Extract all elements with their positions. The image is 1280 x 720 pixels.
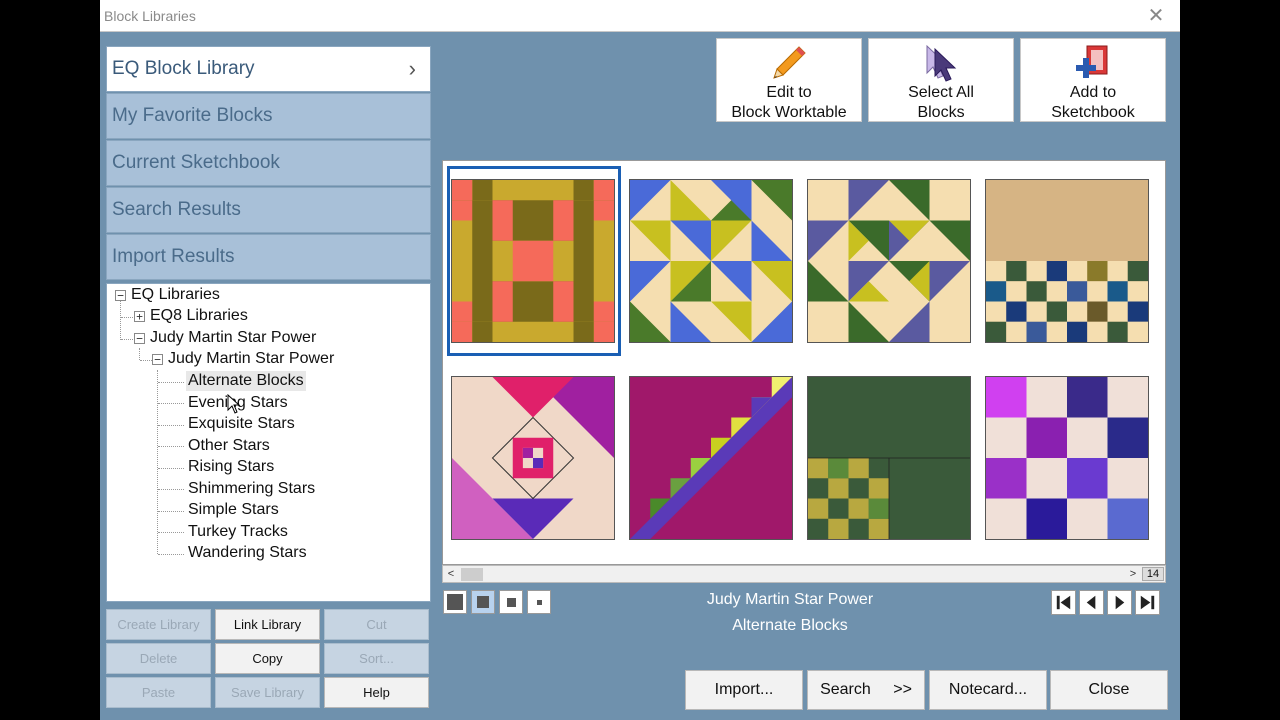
- tree-leaf-exquisite-stars[interactable]: Exquisite Stars: [188, 414, 295, 434]
- block-thumbnail[interactable]: [807, 376, 971, 540]
- scroll-left-icon[interactable]: <: [443, 566, 459, 582]
- save-library-button[interactable]: Save Library: [215, 677, 320, 708]
- nav-item-label: EQ Block Library: [112, 58, 255, 79]
- copy-button[interactable]: Copy: [215, 643, 320, 674]
- nav-search-results[interactable]: Search Results: [106, 187, 431, 233]
- square-icon: [477, 596, 489, 608]
- tree-leaf-turkey-tracks[interactable]: Turkey Tracks: [188, 522, 288, 542]
- search-button[interactable]: Search >>: [807, 670, 925, 710]
- search-label: Search: [820, 681, 871, 698]
- edit-label-line1: Edit to: [766, 84, 812, 101]
- nav-import-results[interactable]: Import Results: [106, 234, 431, 280]
- select-label-line2: Blocks: [917, 104, 965, 121]
- nav-current-sketchbook[interactable]: Current Sketchbook: [106, 140, 431, 186]
- library-name: Judy Martin Star Power: [706, 591, 874, 608]
- block-thumbnail[interactable]: [451, 376, 615, 540]
- chevron-right-icon: ›: [408, 56, 416, 81]
- add-label-line1: Add to: [1069, 84, 1117, 101]
- search-arrows: >>: [893, 681, 912, 698]
- tree-leaf-other-stars[interactable]: Other Stars: [188, 436, 270, 456]
- tree-node-judy-martin[interactable]: Judy Martin Star Power: [150, 328, 316, 348]
- select-all-blocks-button[interactable]: Select All Blocks: [868, 38, 1014, 122]
- select-label-line1: Select All: [908, 84, 974, 101]
- scroll-thumb[interactable]: [461, 568, 483, 581]
- link-library-button[interactable]: Link Library: [215, 609, 320, 640]
- thumbnail-size-tiny-button[interactable]: [527, 590, 551, 614]
- nav-item-label: Current Sketchbook: [112, 152, 280, 173]
- expand-icon[interactable]: +: [134, 311, 145, 322]
- title-bar: Block Libraries ✕: [100, 0, 1180, 32]
- cursor-arrow-icon: [926, 44, 957, 82]
- scroll-right-icon[interactable]: >: [1125, 566, 1141, 582]
- create-library-button[interactable]: Create Library: [106, 609, 211, 640]
- nav-item-label: My Favorite Blocks: [112, 105, 273, 126]
- sketchbook-add-icon: [1076, 45, 1108, 78]
- pencil-icon: [773, 46, 806, 79]
- tree-node-judy-martin-sub[interactable]: Judy Martin Star Power: [168, 349, 334, 369]
- close-icon[interactable]: ✕: [1144, 4, 1168, 28]
- block-thumbnail[interactable]: [807, 179, 971, 343]
- horizontal-scrollbar[interactable]: < > 14: [442, 565, 1166, 583]
- nav-item-label: Import Results: [112, 246, 235, 267]
- nav-eq-block-library[interactable]: EQ Block Library ›: [106, 46, 431, 92]
- sort-button[interactable]: Sort...: [324, 643, 429, 674]
- tree-leaf-simple-stars[interactable]: Simple Stars: [188, 500, 279, 520]
- block-libraries-dialog: Block Libraries ✕ EQ Block Library › My …: [100, 0, 1180, 720]
- cut-button[interactable]: Cut: [324, 609, 429, 640]
- page-count: 14: [1142, 567, 1164, 581]
- library-tree[interactable]: − EQ Libraries + EQ8 Libraries − Judy Ma…: [106, 283, 431, 602]
- square-icon: [536, 599, 542, 605]
- tree-leaf-shimmering-stars[interactable]: Shimmering Stars: [188, 479, 315, 499]
- thumbnail-size-medium-button[interactable]: [471, 590, 495, 614]
- mouse-cursor-icon: [227, 394, 241, 414]
- nav-item-label: Search Results: [112, 199, 241, 220]
- next-page-button[interactable]: [1107, 590, 1132, 615]
- square-icon: [447, 594, 463, 610]
- last-page-icon: [1140, 595, 1155, 610]
- tree-leaf-alternate-blocks[interactable]: Alternate Blocks: [186, 371, 306, 391]
- collapse-icon[interactable]: −: [115, 290, 126, 301]
- tree-leaf-wandering-stars[interactable]: Wandering Stars: [188, 543, 307, 563]
- nav-my-favorite-blocks[interactable]: My Favorite Blocks: [106, 93, 431, 139]
- edit-label-line2: Block Worktable: [731, 104, 847, 121]
- last-page-button[interactable]: [1135, 590, 1160, 615]
- collapse-icon[interactable]: −: [152, 354, 163, 365]
- collapse-icon[interactable]: −: [134, 333, 145, 344]
- block-thumbnail[interactable]: [629, 179, 793, 343]
- square-icon: [506, 597, 516, 607]
- add-to-sketchbook-button[interactable]: Add to Sketchbook: [1020, 38, 1166, 122]
- block-grid: [442, 160, 1166, 565]
- previous-page-icon: [1086, 595, 1096, 610]
- help-button[interactable]: Help: [324, 677, 429, 708]
- close-button[interactable]: Close: [1050, 670, 1168, 710]
- block-thumbnail[interactable]: [985, 179, 1149, 343]
- thumbnail-size-small-button[interactable]: [499, 590, 523, 614]
- tree-leaf-rising-stars[interactable]: Rising Stars: [188, 457, 274, 477]
- notecard-button[interactable]: Notecard...: [929, 670, 1047, 710]
- block-thumbnail[interactable]: [629, 376, 793, 540]
- delete-button[interactable]: Delete: [106, 643, 211, 674]
- block-thumbnail[interactable]: [451, 179, 615, 343]
- first-page-button[interactable]: [1051, 590, 1076, 615]
- edit-to-worktable-button[interactable]: Edit to Block Worktable: [716, 38, 862, 122]
- thumbnail-size-large-button[interactable]: [443, 590, 467, 614]
- category-name: Alternate Blocks: [732, 617, 848, 634]
- tree-node-eq8-libraries[interactable]: EQ8 Libraries: [150, 306, 248, 326]
- window-title: Block Libraries: [104, 8, 196, 24]
- import-button[interactable]: Import...: [685, 670, 803, 710]
- add-label-line2: Sketchbook: [1051, 104, 1135, 121]
- block-thumbnail[interactable]: [985, 376, 1149, 540]
- previous-page-button[interactable]: [1079, 590, 1104, 615]
- next-page-icon: [1115, 595, 1125, 610]
- paste-button[interactable]: Paste: [106, 677, 211, 708]
- first-page-icon: [1056, 595, 1071, 610]
- tree-node-eq-libraries[interactable]: EQ Libraries: [131, 285, 220, 305]
